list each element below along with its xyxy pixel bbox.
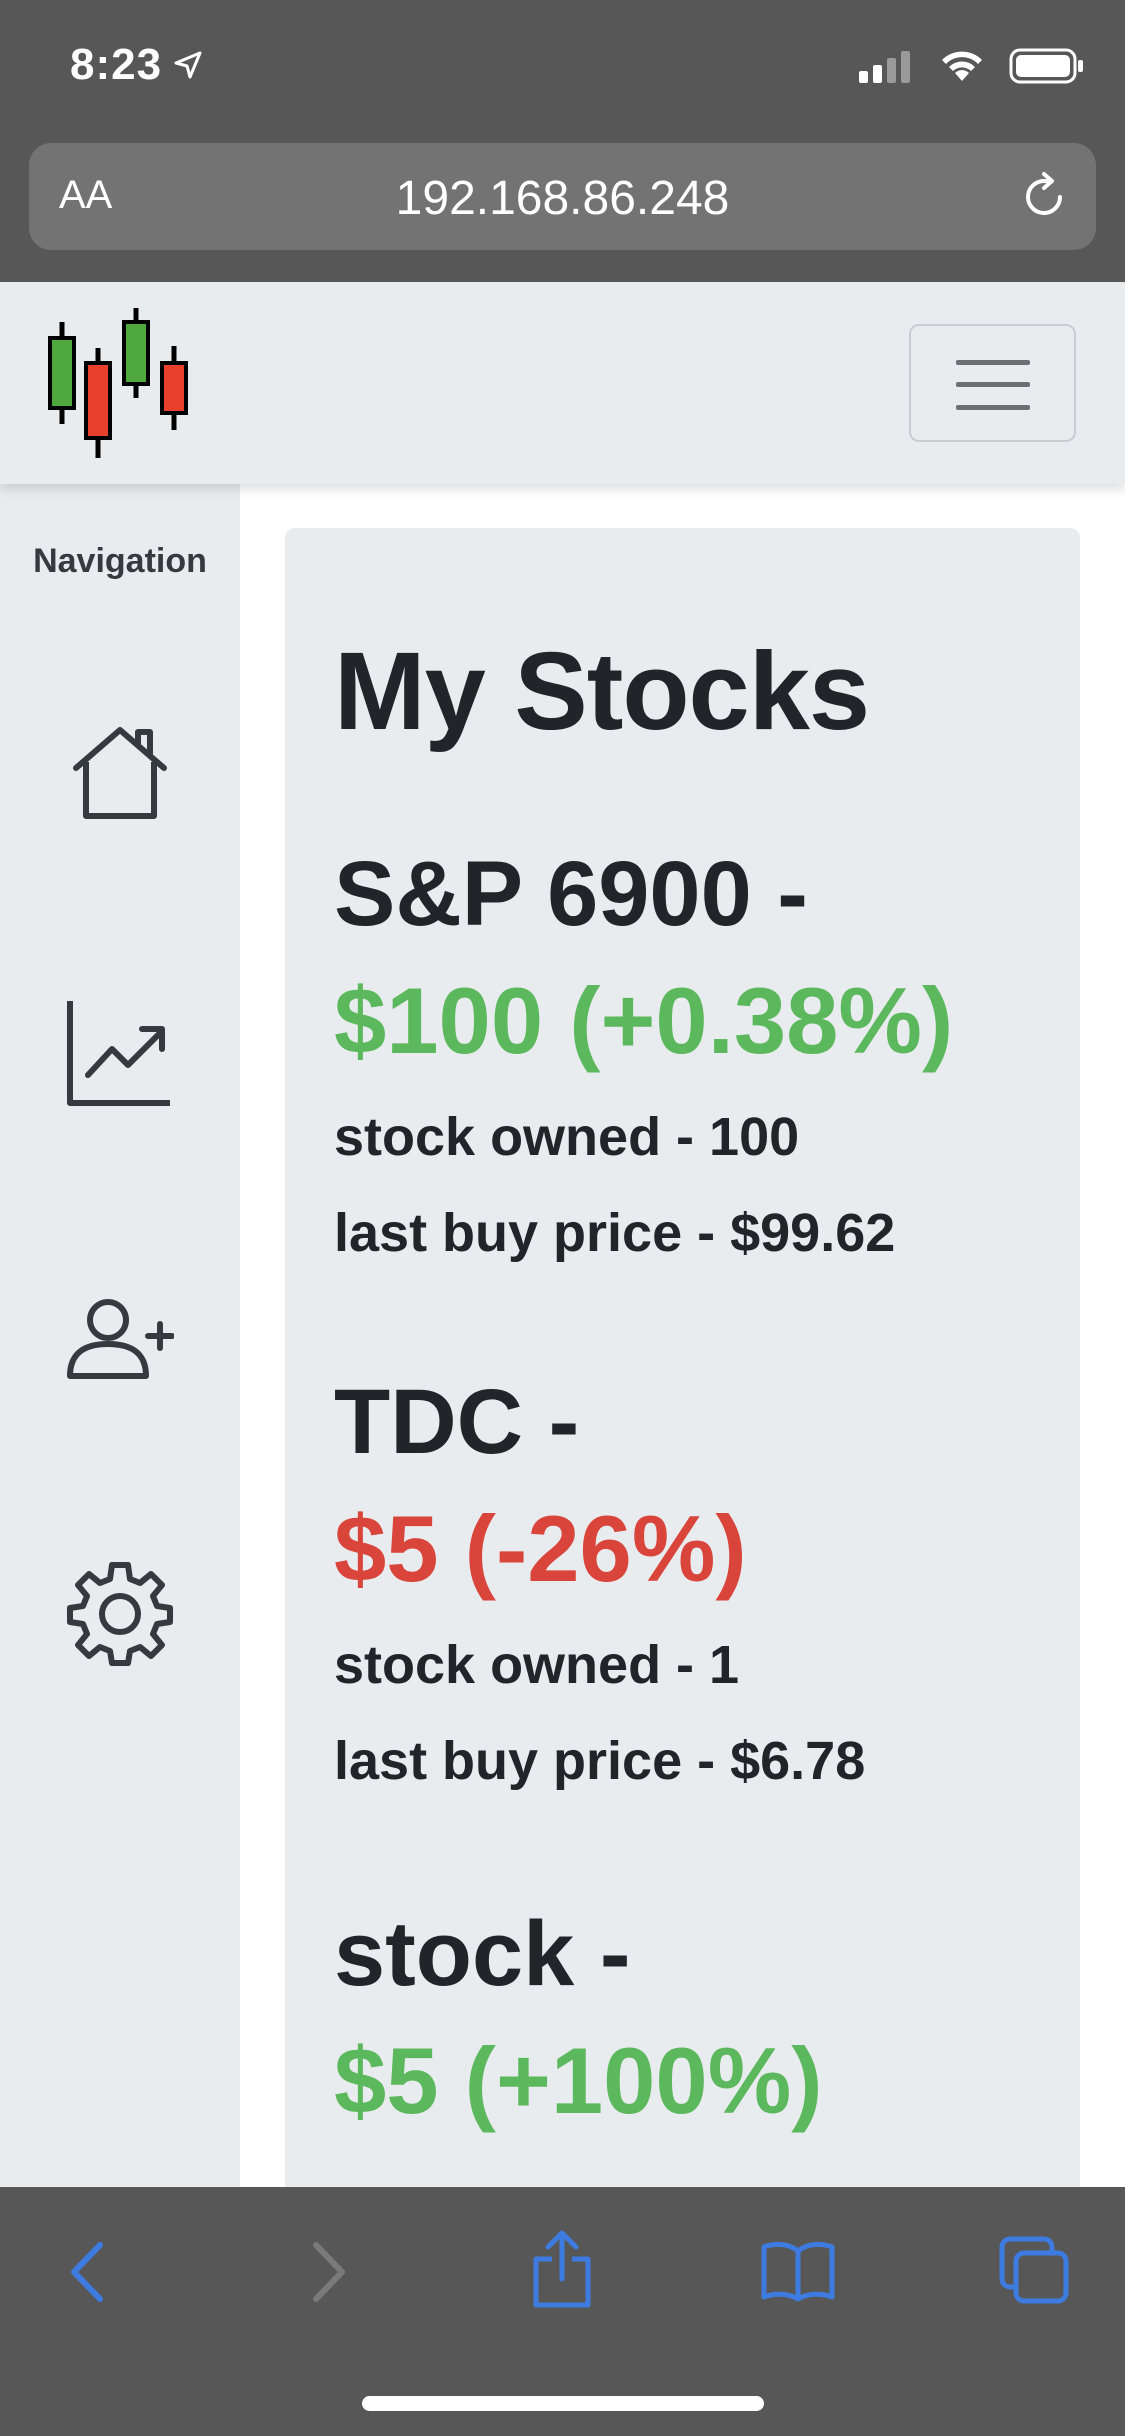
- navbar-toggler-button[interactable]: [909, 324, 1076, 442]
- add-user-icon[interactable]: [66, 1296, 174, 1380]
- status-bar: 8:23: [0, 0, 1125, 140]
- stock-item[interactable]: stock - $5 (+100%): [334, 1908, 823, 2128]
- candlestick-logo-icon[interactable]: [44, 308, 194, 458]
- address-bar[interactable]: AA 192.168.86.248: [29, 143, 1096, 250]
- forward-icon[interactable]: [306, 2237, 352, 2307]
- hamburger-line: [956, 382, 1030, 387]
- tabs-icon[interactable]: [998, 2235, 1070, 2305]
- stock-price: $100 (+0.38%): [334, 968, 954, 1073]
- share-icon[interactable]: [530, 2229, 594, 2309]
- clock: 8:23: [70, 40, 163, 89]
- gear-icon[interactable]: [66, 1559, 174, 1667]
- stock-item[interactable]: TDC - $5 (-26%) stock owned - 1 last buy…: [334, 1376, 865, 1788]
- stocks-card: My Stocks S&P 6900 - $100 (+0.38%) stock…: [285, 528, 1080, 2187]
- reload-icon[interactable]: [1016, 169, 1072, 225]
- stock-item[interactable]: S&P 6900 - $100 (+0.38%) stock owned - 1…: [334, 848, 953, 1260]
- url-text[interactable]: 192.168.86.248: [29, 171, 1096, 226]
- chart-line-icon[interactable]: [66, 999, 174, 1107]
- stock-owned: stock owned - 1: [334, 1635, 740, 1695]
- home-icon[interactable]: [66, 724, 174, 822]
- page-title: My Stocks: [334, 630, 870, 753]
- stock-last-buy-price: last buy price - $6.78: [334, 1731, 866, 1791]
- stock-owned: stock owned - 100: [334, 1107, 800, 1167]
- sidebar-title: Navigation: [33, 542, 207, 580]
- web-content: Navigation My Stocks S&P 6900 - $100 (+0…: [0, 282, 1125, 2187]
- home-indicator[interactable]: [362, 2396, 764, 2411]
- status-time: 8:23: [70, 40, 204, 90]
- stock-name: TDC -: [334, 1371, 580, 1473]
- hamburger-menu-icon: [956, 360, 1030, 365]
- status-indicators: [859, 48, 1085, 84]
- back-icon[interactable]: [64, 2237, 110, 2307]
- location-arrow-icon: [174, 51, 202, 79]
- stock-name: S&P 6900 -: [334, 843, 808, 945]
- stock-price: $5 (+100%): [334, 2028, 823, 2133]
- stock-last-buy-price: last buy price - $99.62: [334, 1203, 896, 1263]
- bookmarks-icon[interactable]: [760, 2239, 836, 2303]
- navbar: [0, 282, 1125, 484]
- sidebar: Navigation: [0, 484, 240, 2187]
- stock-price: $5 (-26%): [334, 1496, 747, 1601]
- hamburger-line: [956, 405, 1030, 410]
- stock-name: stock -: [334, 1903, 631, 2005]
- cellular-signal-icon: [859, 51, 910, 83]
- battery-icon: [1009, 48, 1083, 84]
- wifi-icon: [942, 51, 982, 81]
